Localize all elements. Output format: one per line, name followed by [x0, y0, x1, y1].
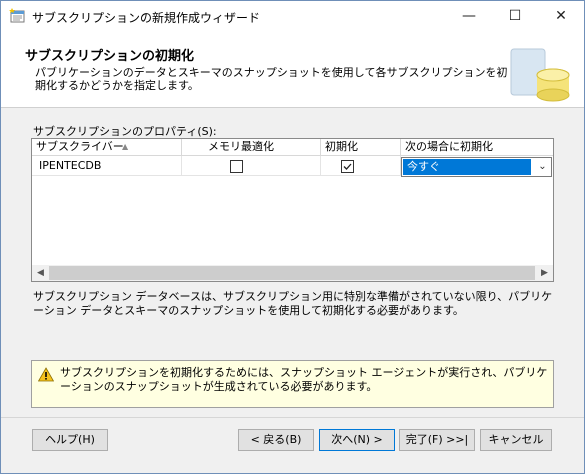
maximize-icon: ☐	[508, 8, 522, 24]
initialize-cell	[321, 156, 401, 176]
column-header-initialize[interactable]: 初期化	[321, 139, 401, 156]
info-text: サブスクリプション データベースは、サブスクリプション用に特別な準備がされていな…	[33, 290, 553, 317]
column-header-label: メモリ最適化	[208, 140, 274, 153]
footer-divider	[1, 417, 584, 418]
scroll-right-icon[interactable]: ▶	[536, 265, 553, 281]
column-header-label: サブスクライバー	[36, 140, 124, 153]
subscriber-name: IPENTECDB	[39, 159, 102, 172]
initialize-when-dropdown[interactable]: 今すぐ ⌄	[401, 157, 552, 177]
column-header-subscriber[interactable]: サブスクライバー ▲	[32, 139, 182, 156]
initialize-checkbox[interactable]	[341, 160, 354, 173]
scrollbar-thumb[interactable]	[49, 266, 535, 280]
title-bar: サブスクリプションの新規作成ウィザード — ☐ ✕	[1, 1, 584, 31]
column-header-initialize-when[interactable]: 次の場合に初期化	[401, 139, 553, 156]
minimize-button[interactable]: —	[446, 1, 492, 31]
cancel-button[interactable]: キャンセル	[480, 429, 552, 451]
subscriber-cell[interactable]: IPENTECDB	[32, 156, 182, 176]
help-button[interactable]: ヘルプ(H)	[32, 429, 108, 451]
minimize-icon: —	[462, 8, 476, 24]
window-title: サブスクリプションの新規作成ウィザード	[32, 11, 261, 25]
warning-text: サブスクリプションを初期化するためには、スナップショット エージェントが実行され…	[60, 366, 548, 393]
page-header: サブスクリプションの初期化 パブリケーションのデータとスキーマのスナップショット…	[1, 31, 584, 108]
properties-label: サブスクリプションのプロパティ(S):	[33, 125, 217, 138]
page-title: サブスクリプションの初期化	[25, 49, 195, 64]
scroll-left-icon[interactable]: ◀	[32, 265, 49, 281]
maximize-button[interactable]: ☐	[492, 1, 538, 31]
memory-optimized-cell	[182, 156, 321, 176]
warning-icon	[38, 367, 54, 382]
initialize-when-value: 今すぐ	[403, 159, 531, 175]
memory-optimized-checkbox[interactable]	[230, 160, 243, 173]
back-button[interactable]: < 戻る(B)	[238, 429, 314, 451]
column-header-label: 次の場合に初期化	[405, 140, 493, 153]
column-header-label: 初期化	[325, 140, 358, 153]
database-icon	[510, 48, 570, 102]
wizard-icon	[9, 8, 25, 23]
wizard-window: サブスクリプションの新規作成ウィザード — ☐ ✕ サブスクリプションの初期化 …	[0, 0, 585, 474]
next-button[interactable]: 次へ(N) >	[319, 429, 395, 451]
column-header-memory-optimized[interactable]: メモリ最適化	[182, 139, 321, 156]
page-description: パブリケーションのデータとスキーマのスナップショットを使用して各サブスクリプショ…	[35, 66, 508, 92]
close-button[interactable]: ✕	[538, 1, 584, 31]
finish-button[interactable]: 完了(F) >>|	[399, 429, 475, 451]
checkmark-icon	[343, 163, 352, 170]
horizontal-scrollbar[interactable]: ◀ ▶	[32, 265, 553, 281]
sort-ascending-icon: ▲	[122, 142, 129, 151]
chevron-down-icon[interactable]: ⌄	[534, 158, 551, 176]
close-icon: ✕	[555, 8, 567, 24]
warning-box: サブスクリプションを初期化するためには、スナップショット エージェントが実行され…	[31, 360, 554, 408]
subscription-properties-grid: サブスクライバー ▲ メモリ最適化 初期化 次の場合に初期化 IPENTECDB…	[31, 138, 554, 282]
